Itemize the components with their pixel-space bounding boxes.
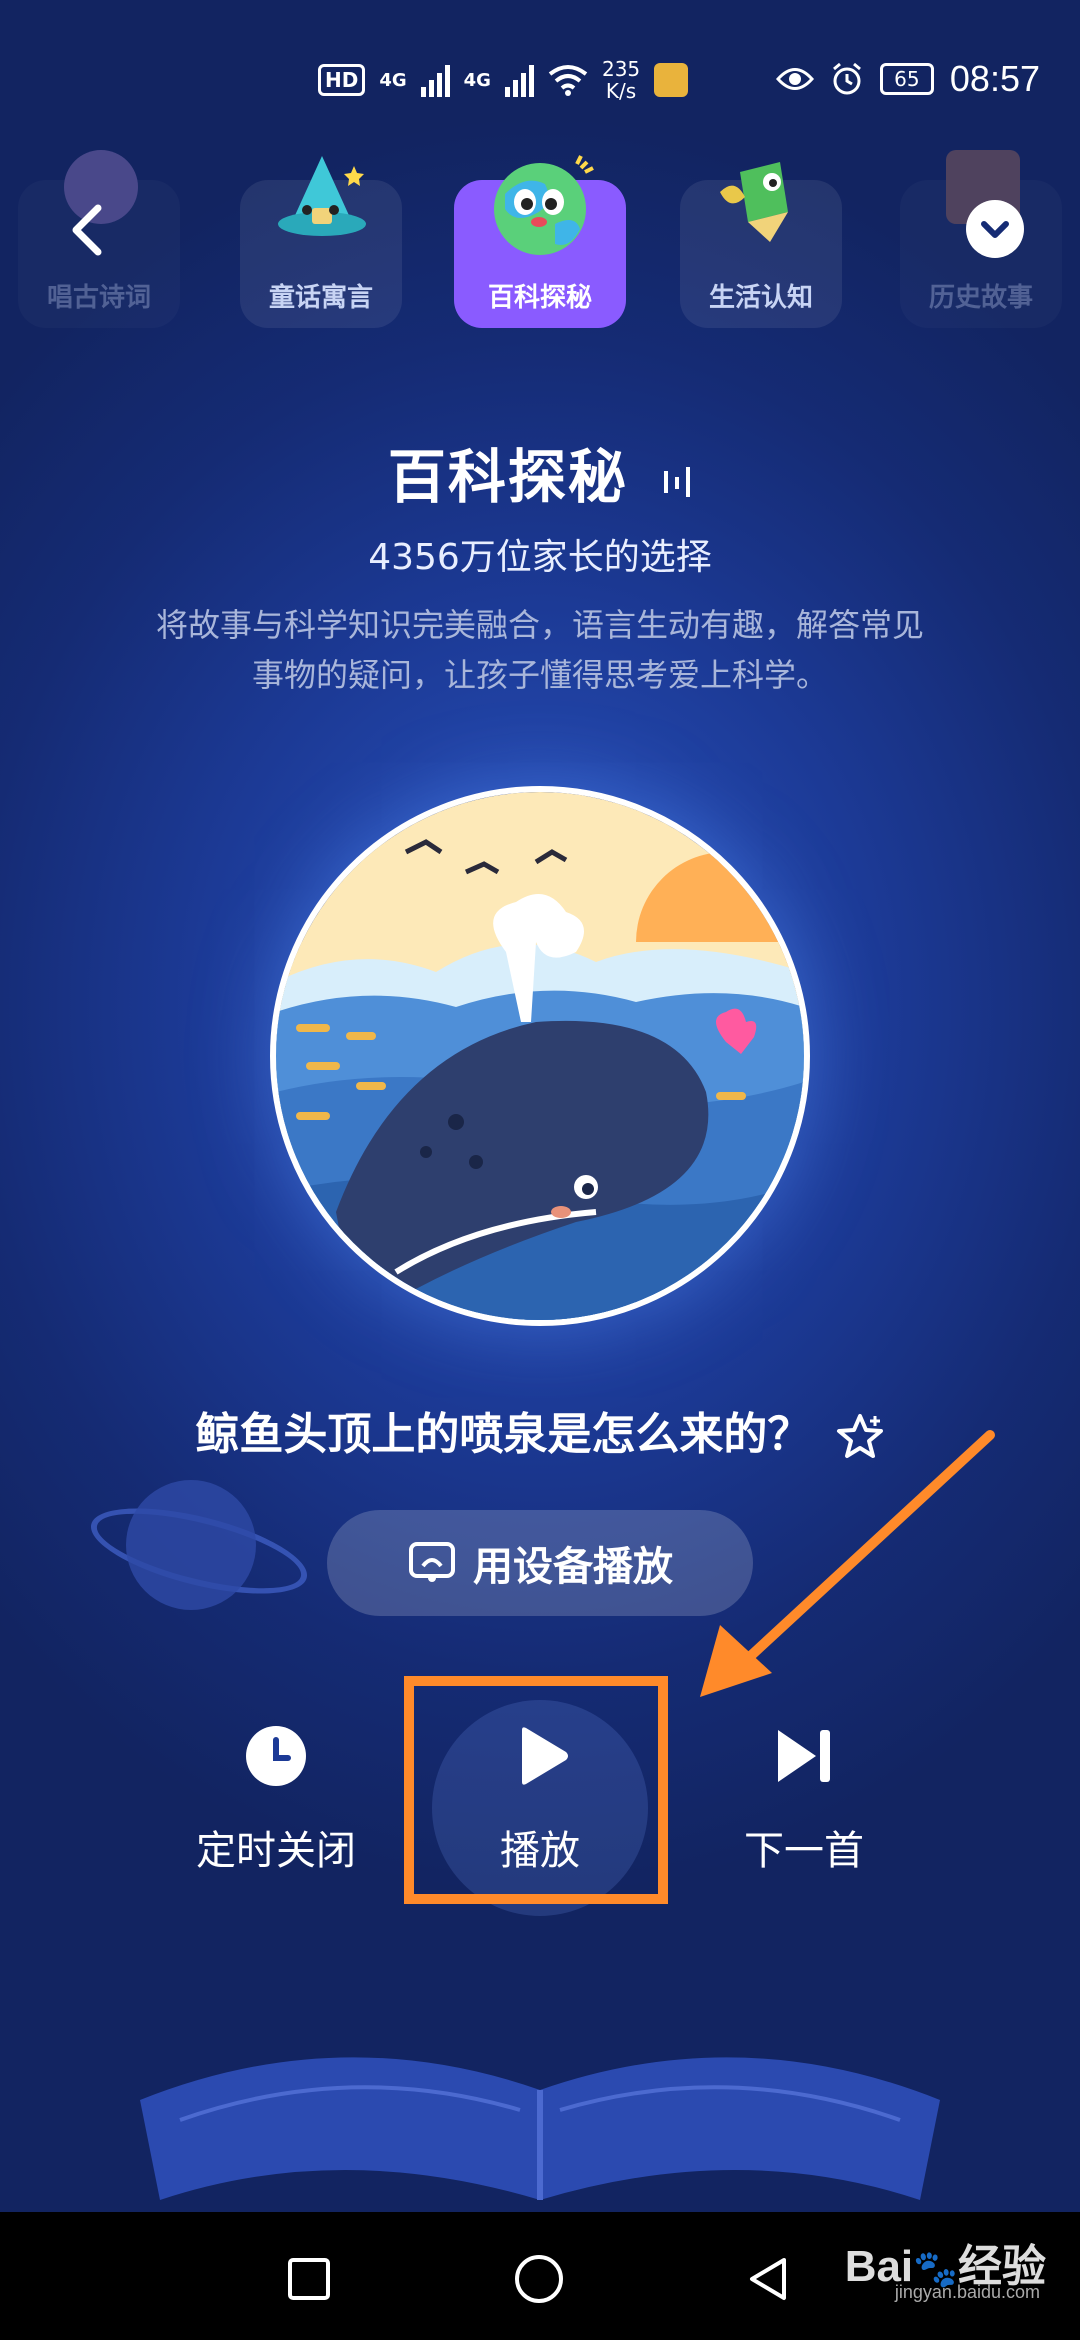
home-icon[interactable] [512, 2252, 566, 2306]
eye-icon [775, 68, 814, 90]
device-button-label: 用设备播放 [473, 1544, 673, 1590]
timer-label: 定时关闭 [196, 1828, 356, 1874]
nav-back-icon[interactable] [744, 2254, 794, 2304]
tab-label: 唱古诗词 [46, 283, 151, 313]
tab-label: 百科探秘 [487, 283, 592, 313]
cast-icon [409, 1542, 455, 1582]
page-title: 百科探秘 [0, 430, 1080, 514]
net-type-2: 4G [463, 69, 491, 91]
net-type-1: 4G [379, 69, 407, 91]
tab-label: 历史故事 [928, 283, 1033, 313]
tab-life-cognition[interactable]: 生活认知 [680, 162, 842, 328]
clock-time: 08:57 [949, 58, 1040, 99]
whale-illustration [276, 792, 804, 1320]
speed-value: 235 [601, 57, 641, 81]
globe-mascot-art [494, 155, 594, 255]
back-icon[interactable] [60, 200, 120, 260]
network-speed: 235 K/s [602, 58, 640, 102]
signal-icon-2 [504, 63, 534, 97]
watermark-url: jingyan.baidu.com [894, 2282, 1040, 2302]
next-label: 下一首 [744, 1828, 864, 1874]
sleep-timer-button[interactable]: 定时关闭 [166, 1710, 386, 1880]
book-decoration [140, 2057, 940, 2200]
wizard-hat-art [278, 156, 366, 236]
next-track-button[interactable]: 下一首 [694, 1710, 914, 1880]
planet-decoration [126, 1480, 256, 1610]
status-bar: HD 4G 4G 235 K/s 65 08:57 [0, 0, 1080, 140]
tab-fairy-tales[interactable]: 童话寓言 [240, 156, 402, 328]
clock-icon [246, 1726, 306, 1786]
hd-badge: HD [318, 64, 366, 96]
album-cover [270, 786, 810, 1326]
alarm-icon [832, 62, 861, 95]
skip-next-icon [778, 1730, 830, 1782]
annotation-arrow [700, 1430, 995, 1697]
tab-encyclopedia[interactable]: 百科探秘 [454, 155, 626, 328]
recent-apps-icon[interactable] [286, 2256, 332, 2302]
parents-count: 4356万位家长的选择 [368, 537, 712, 578]
audio-wave-icon [664, 466, 691, 497]
play-highlight-box [404, 1676, 668, 1904]
title-text: 百科探秘 [387, 443, 628, 511]
expand-categories-button[interactable] [966, 200, 1024, 258]
category-description: 将故事与科学知识完美融合，语言生动有趣，解答常见事物的疑问，让孩子懂得思考爱上科… [155, 606, 924, 694]
app-notification-icon [654, 63, 689, 97]
chevron-down-icon [981, 221, 1009, 238]
wifi-icon [548, 65, 588, 96]
pencil-mascot-art [720, 162, 788, 242]
tab-label: 生活认知 [708, 283, 813, 313]
battery-indicator: 65 [879, 63, 934, 95]
signal-icon [420, 63, 450, 97]
tab-label: 童话寓言 [268, 283, 373, 313]
baidu-watermark: Bai🐾经验 jingyan.baidu.com [845, 2230, 1046, 2302]
speed-unit: K/s [605, 79, 637, 103]
